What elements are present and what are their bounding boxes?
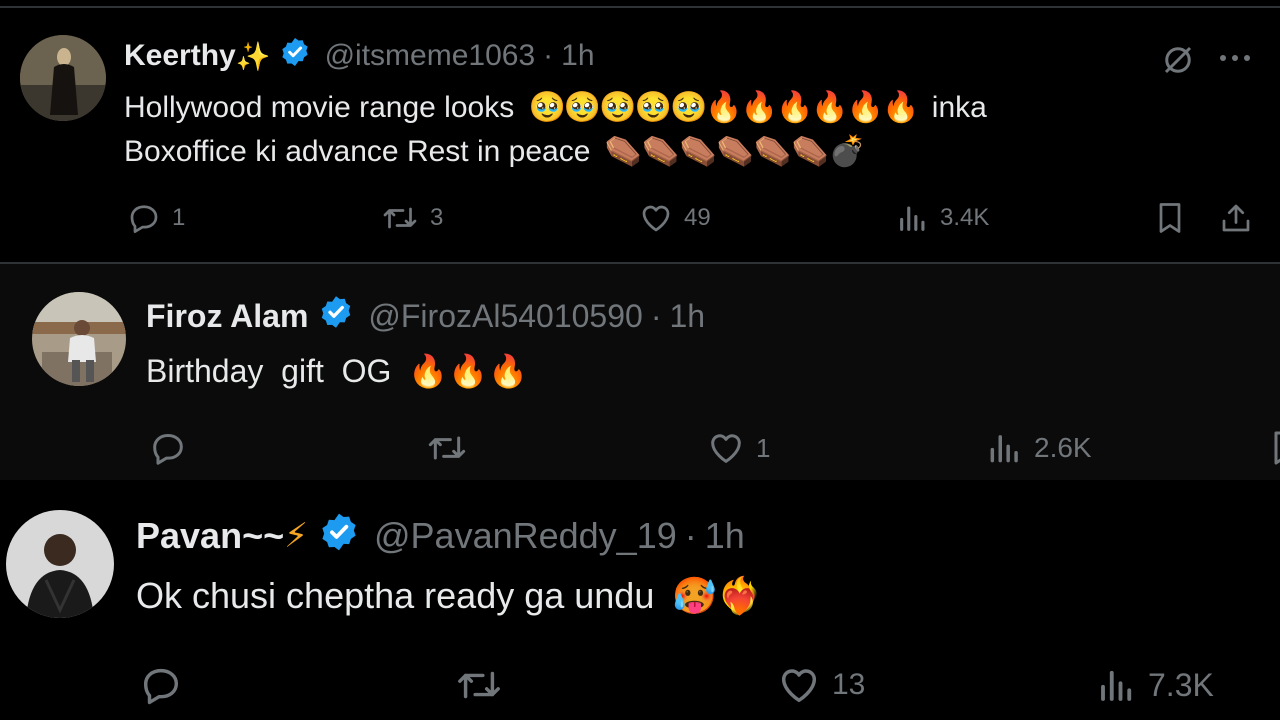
bookmark-icon[interactable] (1152, 200, 1188, 241)
more-icon[interactable] (1218, 48, 1252, 73)
views-button[interactable]: 2.6K (986, 428, 1092, 468)
like-count: 13 (832, 668, 866, 701)
views-icon (990, 435, 1018, 463)
display-name[interactable]: Firoz Alam (146, 298, 308, 335)
tweet-text: Ok chusi cheptha ready ga undu 🥵❤️‍🔥 (136, 570, 762, 622)
like-icon (642, 205, 670, 232)
tweet-text-line1: Hollywood movie range looks (124, 91, 515, 124)
tweet-pavan[interactable]: Pavan~~ ⚡ @PavanReddy_19 · 1h Ok chusi c… (0, 480, 1280, 720)
name-emoji: ⚡ (284, 517, 308, 555)
handle[interactable]: @FirozAl54010590 (368, 298, 642, 335)
reply-icon (130, 205, 158, 233)
repost-button[interactable] (452, 662, 516, 708)
views-count: 2.6K (1034, 432, 1092, 463)
name-emoji: ✨ (235, 40, 271, 72)
tweet-text-line2: Boxoffice ki advance Rest in peace (124, 135, 591, 168)
tweet-text-content: Ok chusi cheptha ready ga undu (136, 575, 655, 616)
repost-button[interactable] (424, 428, 480, 468)
tweet-emoji-line1: 🥹🥹🥹🥹🥹🔥🔥🔥🔥🔥🔥 (528, 91, 920, 124)
tweet-text-line1-tail: inka (931, 91, 987, 124)
tweet-emoji-line2: ⚰️⚰️⚰️⚰️⚰️⚰️💣 (604, 135, 867, 168)
timestamp[interactable]: 1h (705, 515, 745, 557)
like-count: 49 (684, 204, 711, 231)
avatar[interactable] (32, 292, 126, 386)
views-icon (900, 206, 925, 231)
share-icon[interactable] (1218, 200, 1254, 241)
separator: · (650, 297, 662, 334)
views-button[interactable]: 7.3K (1096, 662, 1214, 708)
views-count: 7.3K (1148, 666, 1214, 703)
timestamp[interactable]: 1h (669, 298, 705, 335)
tweet-emoji: 🥵❤️‍🔥 (672, 575, 763, 616)
like-button[interactable]: 13 (776, 662, 865, 708)
repost-count: 3 (430, 204, 444, 231)
bookmark-icon[interactable] (1266, 428, 1280, 473)
handle[interactable]: @itsmeme1063 (325, 39, 536, 73)
display-name[interactable]: Pavan~~ (136, 515, 284, 557)
verified-badge-icon (279, 36, 311, 76)
avatar[interactable] (20, 35, 106, 121)
like-button[interactable]: 1 (706, 428, 770, 468)
display-name[interactable]: Keerthy (124, 39, 236, 73)
reply-button[interactable] (138, 662, 194, 708)
tweet-firoz[interactable]: Firoz Alam @FirozAl54010590 · 1h Birthda… (0, 264, 1280, 480)
repost-icon (428, 436, 466, 460)
reply-count: 1 (172, 204, 186, 231)
repost-icon (458, 671, 500, 699)
repost-button[interactable]: 3 (380, 200, 443, 236)
views-icon (1101, 670, 1132, 701)
tweet-keerthy[interactable]: Keerthy ✨ @itsmeme1063 · 1h Hollywood mo… (0, 8, 1280, 264)
verified-badge-icon (318, 294, 354, 338)
grok-icon[interactable] (1160, 42, 1196, 83)
like-count: 1 (756, 432, 771, 463)
views-count: 3.4K (940, 204, 990, 231)
separator: · (543, 39, 554, 72)
like-button[interactable]: 49 (638, 200, 711, 236)
tweet-text-content: Birthday gift OG (146, 353, 392, 389)
timestamp[interactable]: 1h (561, 39, 594, 73)
verified-badge-icon (318, 511, 360, 562)
tweet-text: Hollywood movie range looks 🥹🥹🥹🥹🥹🔥🔥🔥🔥🔥🔥 … (124, 86, 987, 174)
separator: · (684, 515, 697, 556)
reply-button[interactable] (148, 428, 198, 468)
reply-button[interactable]: 1 (126, 200, 185, 236)
like-icon (711, 434, 741, 463)
like-icon (781, 669, 817, 703)
tweet-emoji: 🔥🔥🔥 (408, 353, 528, 389)
tweet-text: Birthday gift OG 🔥🔥🔥 (146, 346, 528, 396)
handle[interactable]: @PavanReddy_19 (374, 515, 677, 557)
avatar[interactable] (6, 510, 114, 618)
reply-icon (153, 434, 183, 465)
views-button[interactable]: 3.4K (896, 200, 989, 236)
reply-icon (143, 668, 179, 705)
repost-icon (383, 207, 417, 229)
top-divider (0, 0, 1280, 8)
